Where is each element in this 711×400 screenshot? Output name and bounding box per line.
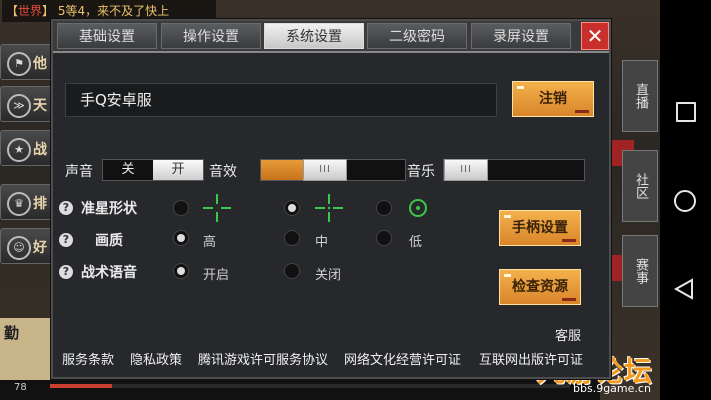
- help-icon[interactable]: ?: [59, 233, 73, 247]
- tab-basic-settings[interactable]: 基础设置: [57, 23, 157, 49]
- help-icon[interactable]: ?: [59, 201, 73, 215]
- sound-off-option[interactable]: 关: [103, 160, 153, 180]
- left-menu-item-4[interactable]: ♛ 排: [0, 184, 56, 220]
- culture-license-link[interactable]: 网络文化经营许可证: [344, 349, 461, 368]
- chat-channel: 世界: [18, 4, 43, 18]
- settings-dialog: 基础设置 操作设置 系统设置 二级密码 录屏设置 ✕ 手Q安卓服 注销 声音 关…: [51, 19, 611, 379]
- tab-live[interactable]: 直播: [622, 60, 658, 132]
- slider-handle[interactable]: III: [303, 159, 347, 181]
- license-agreement-link[interactable]: 腾讯游戏许可服务协议: [198, 349, 328, 368]
- voice-option-off: 关闭: [315, 268, 342, 283]
- music-slider[interactable]: III: [443, 159, 585, 181]
- left-menu-item-1[interactable]: ⚑ 他: [0, 44, 56, 80]
- voice-label: 战术语音: [81, 265, 137, 281]
- voice-option-on: 开启: [203, 268, 230, 283]
- back-icon[interactable]: [673, 278, 694, 300]
- close-icon: ✕: [586, 24, 604, 48]
- server-name-field: 手Q安卓服: [65, 83, 497, 117]
- sound-on-option[interactable]: 开: [153, 160, 203, 180]
- level-text: 78: [14, 382, 27, 393]
- tab-recording-settings[interactable]: 录屏设置: [471, 23, 571, 49]
- quality-option-low: 低: [409, 235, 423, 250]
- customer-service-link[interactable]: 客服: [555, 325, 581, 344]
- right-side-tabs: 直播 社区 赛事: [610, 60, 660, 310]
- android-nav-bar: [660, 0, 711, 400]
- quality-radio-medium[interactable]: [284, 230, 300, 246]
- chevron-icon: ≫: [7, 94, 31, 118]
- close-button[interactable]: ✕: [581, 22, 609, 50]
- left-menu-item-5[interactable]: ☺ 好: [0, 228, 56, 264]
- chat-text: 5等4，来不及了快上: [57, 4, 170, 18]
- slider-handle[interactable]: III: [444, 159, 488, 181]
- sound-effects-slider[interactable]: III: [260, 159, 406, 181]
- quality-option-high: 高: [203, 235, 217, 250]
- home-icon[interactable]: [674, 190, 696, 212]
- crosshair-dotcross-icon: [315, 194, 343, 222]
- left-menu-item-3[interactable]: ★ 战: [0, 130, 56, 166]
- crosshair-ring-icon: [409, 199, 427, 217]
- exp-progress: [50, 384, 570, 388]
- controller-settings-button[interactable]: 手柄设置: [499, 210, 581, 246]
- tab-community[interactable]: 社区: [622, 150, 658, 222]
- tab-operation-settings[interactable]: 操作设置: [161, 23, 261, 49]
- help-icon[interactable]: ?: [59, 265, 73, 279]
- friends-icon: ☺: [7, 236, 31, 260]
- tab-events[interactable]: 赛事: [622, 235, 658, 307]
- bottom-status-bar: 78: [0, 380, 600, 400]
- quality-label: 画质: [95, 233, 123, 249]
- flag-icon: ⚑: [7, 52, 31, 76]
- crosshair-radio-2[interactable]: [284, 200, 300, 216]
- quality-radio-high[interactable]: [173, 230, 189, 246]
- tab-secondary-password[interactable]: 二级密码: [367, 23, 467, 49]
- privacy-policy-link[interactable]: 隐私政策: [130, 349, 182, 368]
- quality-radio-low[interactable]: [376, 230, 392, 246]
- check-resources-button[interactable]: 检查资源: [499, 269, 581, 305]
- trophy-icon: ♛: [7, 192, 31, 216]
- quality-option-medium: 中: [315, 235, 329, 250]
- voice-radio-off[interactable]: [284, 263, 300, 279]
- star-icon: ★: [7, 138, 31, 162]
- settings-tab-bar: 基础设置 操作设置 系统设置 二级密码 录屏设置 ✕: [53, 21, 609, 53]
- recents-icon[interactable]: [676, 102, 696, 122]
- crosshair-label: 准星形状: [81, 201, 137, 217]
- publishing-license-link[interactable]: 互联网出版许可证: [479, 349, 583, 368]
- sound-label: 声音: [65, 164, 93, 180]
- voice-radio-on[interactable]: [173, 263, 189, 279]
- music-label: 音乐: [407, 164, 435, 180]
- watermark-url: bbs.9game.cn: [573, 382, 651, 395]
- terms-of-service-link[interactable]: 服务条款: [62, 349, 114, 368]
- bottom-card[interactable]: 勤: [0, 318, 52, 388]
- crosshair-radio-1[interactable]: [173, 200, 189, 216]
- left-menu-item-2[interactable]: ≫ 天: [0, 86, 56, 122]
- logout-button[interactable]: 注销: [512, 81, 594, 117]
- crosshair-cross-icon: [203, 194, 231, 222]
- tab-system-settings[interactable]: 系统设置: [264, 23, 364, 49]
- crosshair-radio-3[interactable]: [376, 200, 392, 216]
- sound-effects-label: 音效: [209, 164, 237, 180]
- sound-toggle[interactable]: 关 开: [102, 159, 204, 181]
